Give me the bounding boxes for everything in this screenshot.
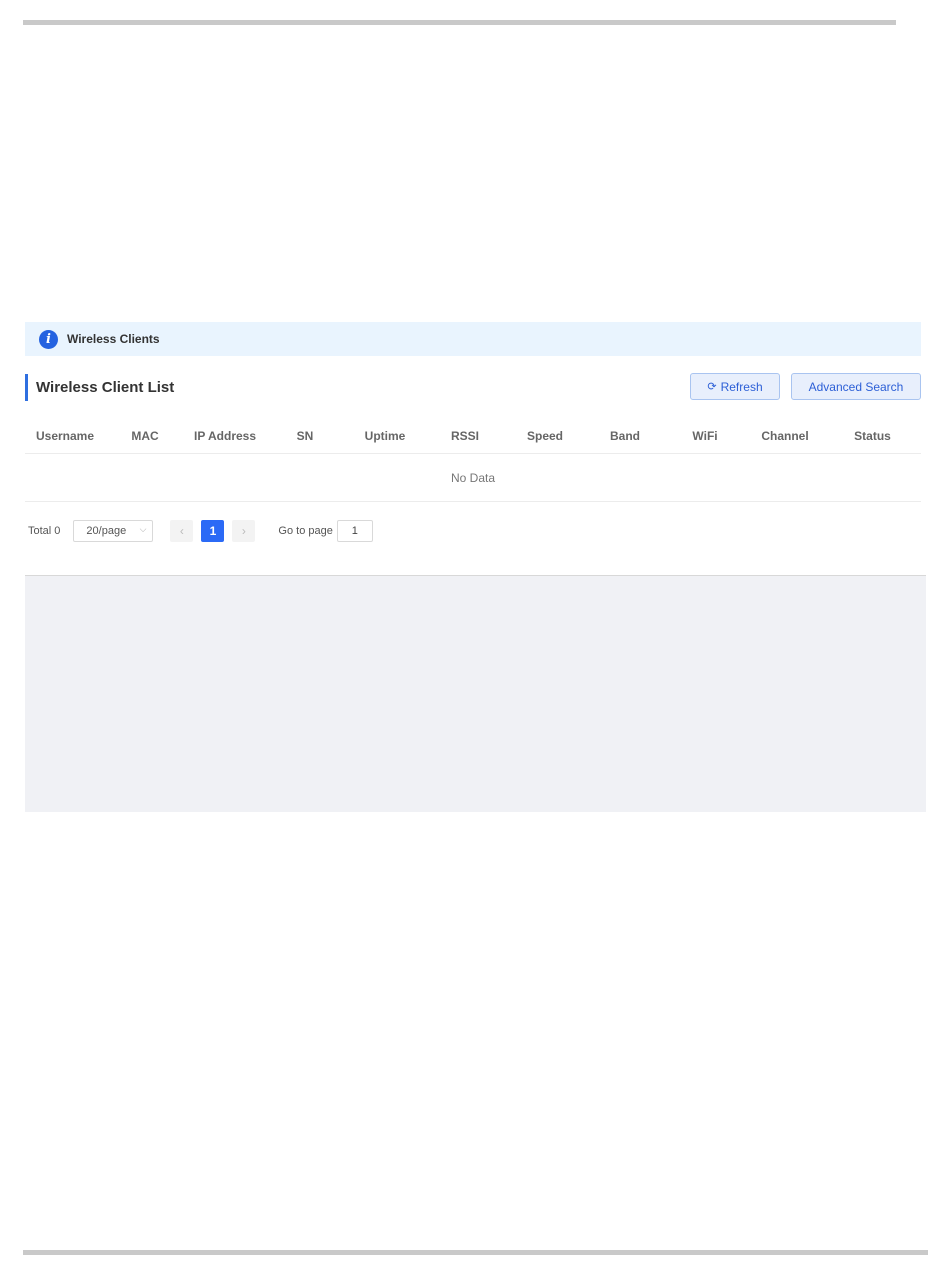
column-header-username: Username [35, 428, 95, 443]
refresh-icon: ⟳ [707, 381, 717, 393]
section-title: Wireless Client List [25, 374, 174, 401]
column-header-speed: Speed [526, 428, 563, 443]
banner-text: Wireless Clients [67, 332, 160, 346]
info-banner: i Wireless Clients [25, 322, 921, 356]
top-divider [23, 20, 896, 25]
client-table: Username MAC IP Address SN Uptime RSSI S… [25, 418, 921, 502]
page-size-value: 20/page [86, 525, 127, 537]
goto-page-input[interactable] [336, 520, 373, 542]
bottom-divider [23, 1250, 928, 1255]
next-page-button[interactable]: › [232, 520, 256, 542]
advanced-search-button[interactable]: Advanced Search [791, 373, 921, 400]
empty-state: No Data [25, 454, 921, 502]
total-count: Total 0 [28, 525, 61, 537]
column-header-sn: SN [296, 428, 314, 443]
column-header-status: Status [854, 428, 891, 443]
chevron-left-icon: ‹ [179, 524, 184, 538]
column-header-channel: Channel [761, 428, 809, 443]
page-size-select[interactable]: 20/page ⌵ [73, 520, 154, 542]
refresh-button[interactable]: ⟳ Refresh [690, 373, 780, 400]
content-background-panel [25, 575, 926, 812]
table-header: Username MAC IP Address SN Uptime RSSI S… [25, 418, 921, 454]
chevron-right-icon: › [241, 524, 246, 538]
goto-page-label: Go to page [278, 525, 333, 537]
column-header-uptime: Uptime [364, 428, 406, 443]
column-header-wifi: WiFi [692, 428, 718, 443]
column-header-band: Band [610, 428, 640, 443]
section-header: Wireless Client List ⟳ Refresh Advanced … [25, 373, 921, 403]
column-header-rssi: RSSI [450, 428, 479, 443]
prev-page-button[interactable]: ‹ [170, 520, 194, 542]
chevron-down-icon: ⌵ [139, 524, 147, 534]
refresh-label: Refresh [720, 379, 763, 394]
info-icon: i [39, 329, 58, 349]
page-number-button[interactable]: 1 [201, 520, 225, 542]
column-header-mac: MAC [131, 428, 159, 443]
column-header-ip-address: IP Address [193, 428, 257, 443]
pagination: Total 0 20/page ⌵ ‹ 1 › Go to page [28, 519, 373, 543]
advanced-search-label: Advanced Search [808, 379, 904, 394]
